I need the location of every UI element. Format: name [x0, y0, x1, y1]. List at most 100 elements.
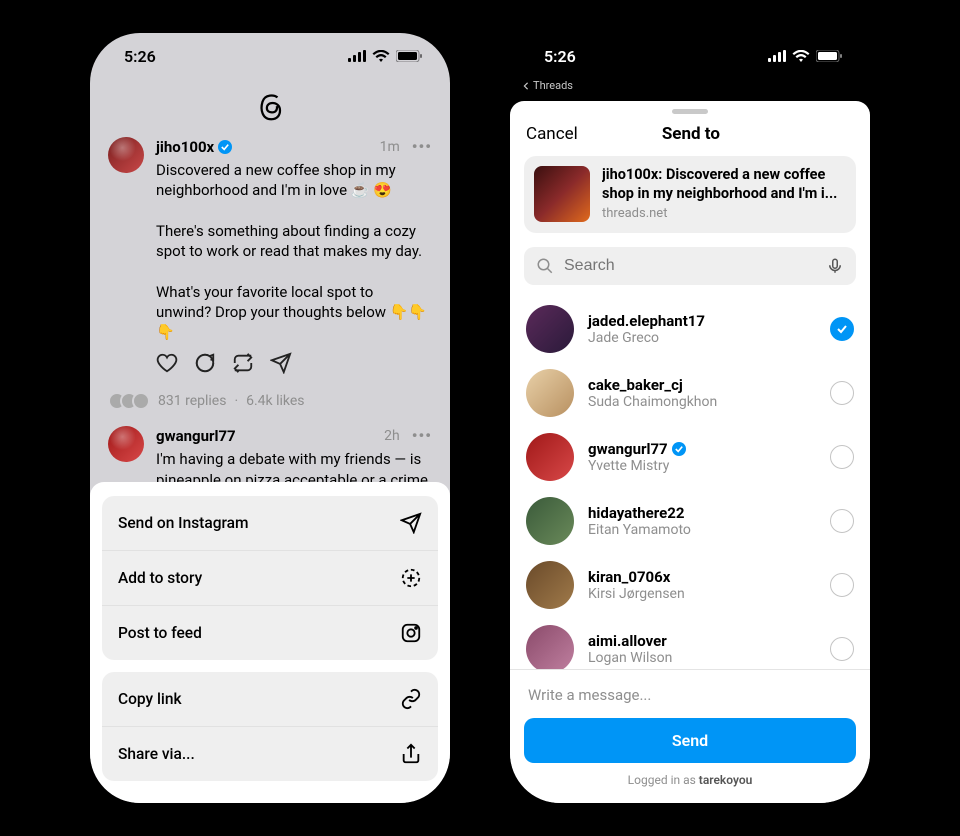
grabber[interactable]	[672, 109, 708, 114]
radio-unchecked[interactable]	[830, 445, 854, 469]
post-actions	[156, 352, 432, 374]
contact-username: kiran_0706x	[588, 568, 816, 586]
share-sheet: Send on Instagram Add to story Post to f…	[90, 482, 450, 803]
share-post-feed[interactable]: Post to feed	[102, 606, 438, 660]
avatar[interactable]	[526, 369, 574, 417]
contact-name: Suda Chaimongkhon	[588, 394, 816, 410]
link-icon	[400, 688, 422, 710]
avatar[interactable]	[108, 137, 144, 173]
contact-username: gwangurl77	[588, 440, 816, 458]
search-field[interactable]	[524, 247, 856, 285]
contact-row[interactable]: gwangurl77 Yvette Mistry	[510, 425, 870, 489]
status-icons	[768, 50, 842, 62]
more-icon[interactable]: •••	[412, 137, 432, 156]
share-label: Share via...	[118, 745, 195, 763]
share-label: Copy link	[118, 690, 182, 708]
status-bar: 5:26	[90, 33, 450, 79]
radio-unchecked[interactable]	[830, 381, 854, 405]
compose-area: Write a message... Send Logged in as tar…	[510, 669, 870, 803]
contact-row[interactable]: jaded.elephant17 Jade Greco	[510, 297, 870, 361]
send-icon[interactable]	[270, 352, 292, 374]
send-button[interactable]: Send	[524, 718, 856, 763]
share-icon	[400, 743, 422, 765]
post-username[interactable]: jiho100x	[156, 138, 214, 156]
avatar[interactable]	[108, 426, 144, 462]
status-icons	[348, 50, 422, 62]
avatar[interactable]	[526, 625, 574, 669]
status-bar: 5:26	[510, 33, 870, 79]
back-app-label: Threads	[533, 79, 573, 92]
message-input[interactable]: Write a message...	[524, 684, 856, 718]
post[interactable]: jiho100x 1m ••• Discovered a new coffee …	[90, 133, 450, 384]
battery-icon	[816, 50, 842, 62]
preview-thumb	[534, 166, 590, 222]
share-send-instagram[interactable]: Send on Instagram	[102, 496, 438, 551]
contact-name: Logan Wilson	[588, 650, 816, 666]
share-label: Post to feed	[118, 624, 202, 642]
back-to-app[interactable]: Threads	[510, 79, 870, 98]
avatar[interactable]	[526, 433, 574, 481]
radio-checked[interactable]	[830, 317, 854, 341]
post-text: Discovered a new coffee shop in my neigh…	[156, 160, 432, 342]
modal-title: Send to	[528, 124, 854, 144]
instagram-icon	[400, 622, 422, 644]
share-add-story[interactable]: Add to story	[102, 551, 438, 606]
share-group: Send on Instagram Add to story Post to f…	[102, 496, 438, 660]
share-group: Copy link Share via...	[102, 672, 438, 781]
battery-icon	[396, 50, 422, 62]
share-copy-link[interactable]: Copy link	[102, 672, 438, 727]
contact-username: cake_baker_cj	[588, 376, 816, 394]
story-icon	[400, 567, 422, 589]
avatar[interactable]	[526, 561, 574, 609]
radio-unchecked[interactable]	[830, 637, 854, 661]
contact-name: Yvette Mistry	[588, 458, 816, 474]
contact-name: Jade Greco	[588, 330, 816, 346]
status-time: 5:26	[544, 47, 576, 66]
status-time: 5:26	[124, 47, 156, 66]
preview-source: threads.net	[602, 206, 846, 223]
cellular-icon	[348, 50, 366, 62]
wifi-icon	[792, 50, 810, 62]
preview-title: jiho100x: Discovered a new coffee shop i…	[602, 166, 846, 204]
link-preview[interactable]: jiho100x: Discovered a new coffee shop i…	[524, 156, 856, 233]
radio-unchecked[interactable]	[830, 573, 854, 597]
contact-row[interactable]: kiran_0706x Kirsi Jørgensen	[510, 553, 870, 617]
post-meta: 831 replies · 6.4k likes	[108, 392, 432, 410]
contact-row[interactable]: cake_baker_cj Suda Chaimongkhon	[510, 361, 870, 425]
send-icon	[400, 512, 422, 534]
wifi-icon	[372, 50, 390, 62]
verified-icon	[672, 442, 686, 456]
like-count[interactable]: 6.4k likes	[246, 393, 304, 409]
verified-icon	[218, 140, 232, 154]
contact-name: Kirsi Jørgensen	[588, 586, 816, 602]
share-label: Add to story	[118, 569, 202, 587]
phone-threads: 5:26 jiho100x 1m ••• Discovered a	[90, 33, 450, 803]
contact-username: aimi.allover	[588, 632, 816, 650]
mic-icon[interactable]	[826, 257, 844, 275]
logged-in-as: Logged in as tarekoyou	[524, 763, 856, 793]
reply-avatars	[108, 392, 150, 410]
contact-list[interactable]: jaded.elephant17 Jade Grecocake_baker_cj…	[510, 297, 870, 669]
avatar[interactable]	[526, 497, 574, 545]
threads-logo	[90, 79, 450, 133]
repost-icon[interactable]	[232, 352, 254, 374]
contact-row[interactable]: hidayathere22 Eitan Yamamoto	[510, 489, 870, 553]
contact-username: hidayathere22	[588, 504, 816, 522]
more-icon[interactable]: •••	[412, 426, 432, 445]
cellular-icon	[768, 50, 786, 62]
reply-count[interactable]: 831 replies	[158, 393, 226, 409]
post-username[interactable]: gwangurl77	[156, 427, 236, 445]
avatar[interactable]	[526, 305, 574, 353]
share-label: Send on Instagram	[118, 514, 249, 532]
chevron-left-icon	[522, 82, 530, 90]
phone-instagram: 5:26 Threads Cancel Send to jiho100x: Di…	[510, 33, 870, 803]
like-icon[interactable]	[156, 352, 178, 374]
search-input[interactable]	[562, 256, 818, 276]
comment-icon[interactable]	[194, 352, 216, 374]
radio-unchecked[interactable]	[830, 509, 854, 533]
contact-row[interactable]: aimi.allover Logan Wilson	[510, 617, 870, 669]
search-icon	[536, 257, 554, 275]
post-time: 1m	[380, 139, 400, 155]
share-via[interactable]: Share via...	[102, 727, 438, 781]
contact-username: jaded.elephant17	[588, 312, 816, 330]
